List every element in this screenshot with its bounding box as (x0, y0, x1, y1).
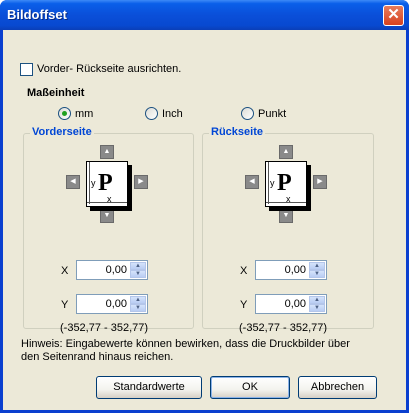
front-x-spinner[interactable]: ▲ ▼ (130, 262, 146, 278)
back-y-spin-down-icon[interactable]: ▼ (309, 304, 325, 312)
dialog-title: Bildoffset (7, 7, 67, 22)
front-x-label: X (61, 265, 69, 277)
ok-button[interactable]: OK (210, 376, 290, 399)
back-y-value: 0,00 (284, 298, 306, 310)
back-y-axis-label: y (270, 178, 275, 188)
front-y-label: Y (61, 299, 69, 311)
back-x-spin-down-icon[interactable]: ▼ (309, 270, 325, 278)
back-page-letter: P (277, 170, 292, 196)
hint-text: Hinweis: Eingabewerte können bewirken, d… (21, 338, 350, 363)
dialog-body: Vorder- Rückseite ausrichten. Maßeinheit… (3, 30, 406, 410)
close-button[interactable]: ✕ (383, 5, 404, 26)
back-arrow-up-icon[interactable]: ▲ (279, 145, 293, 159)
front-x-spin-down-icon[interactable]: ▼ (130, 270, 146, 278)
back-y-spinner[interactable]: ▲ ▼ (309, 296, 325, 312)
unit-inch-radio[interactable] (145, 107, 158, 120)
align-sides-checkbox[interactable] (20, 63, 33, 76)
back-x-spin-up-icon[interactable]: ▲ (309, 262, 325, 270)
front-y-spin-up-icon[interactable]: ▲ (130, 296, 146, 304)
back-range-text: (-352,77 - 352,77) (239, 322, 328, 334)
back-x-spinner[interactable]: ▲ ▼ (309, 262, 325, 278)
dialog-window: Bildoffset ✕ Vorder- Rückseite ausrichte… (0, 0, 409, 413)
front-x-spin-up-icon[interactable]: ▲ (130, 262, 146, 270)
back-side-title: Rückseite (209, 126, 265, 138)
front-y-axis-label: y (91, 178, 96, 188)
back-side-group: Rückseite ▲ ◀ ▶ ▼ y x P X 0,00 ▲ ▼ Y 0,0… (202, 126, 374, 334)
title-bar[interactable]: Bildoffset ✕ (0, 0, 409, 30)
align-sides-label[interactable]: Vorder- Rückseite ausrichten. (37, 63, 181, 75)
front-arrow-left-icon[interactable]: ◀ (66, 175, 80, 189)
back-y-spin-up-icon[interactable]: ▲ (309, 296, 325, 304)
unit-inch-label[interactable]: Inch (162, 108, 183, 120)
back-y-label: Y (240, 299, 248, 311)
front-page-preview: y x P (86, 161, 134, 212)
back-page-preview: y x P (265, 161, 313, 212)
front-arrow-up-icon[interactable]: ▲ (100, 145, 114, 159)
back-arrow-right-icon[interactable]: ▶ (313, 175, 327, 189)
back-x-label: X (240, 265, 248, 277)
back-x-value: 0,00 (284, 264, 306, 276)
standard-values-button[interactable]: Standardwerte (96, 376, 202, 399)
back-arrow-left-icon[interactable]: ◀ (245, 175, 259, 189)
front-side-group: Vorderseite ▲ ◀ ▶ ▼ y x P X 0,00 ▲ ▼ Y 0… (23, 126, 194, 334)
front-y-spin-down-icon[interactable]: ▼ (130, 304, 146, 312)
front-side-title: Vorderseite (30, 126, 94, 138)
front-range-text: (-352,77 - 352,77) (60, 322, 149, 334)
front-x-value: 0,00 (105, 264, 127, 276)
unit-punkt-label[interactable]: Punkt (258, 108, 286, 120)
back-x-input[interactable]: 0,00 ▲ ▼ (255, 260, 327, 280)
front-page-letter: P (98, 170, 113, 196)
unit-heading: Maßeinheit (27, 87, 85, 99)
front-y-input[interactable]: 0,00 ▲ ▼ (76, 294, 148, 314)
front-y-value: 0,00 (105, 298, 127, 310)
unit-mm-radio[interactable] (58, 107, 71, 120)
back-y-input[interactable]: 0,00 ▲ ▼ (255, 294, 327, 314)
front-x-input[interactable]: 0,00 ▲ ▼ (76, 260, 148, 280)
front-y-spinner[interactable]: ▲ ▼ (130, 296, 146, 312)
front-arrow-right-icon[interactable]: ▶ (134, 175, 148, 189)
unit-punkt-radio[interactable] (241, 107, 254, 120)
unit-mm-label[interactable]: mm (75, 108, 93, 120)
cancel-button[interactable]: Abbrechen (298, 376, 377, 399)
